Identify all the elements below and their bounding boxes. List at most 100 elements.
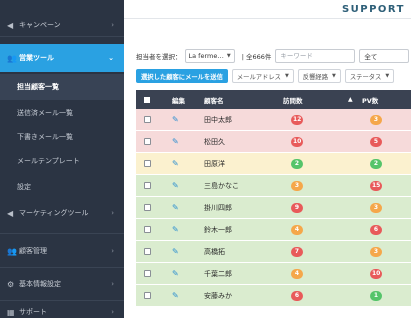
edit-button[interactable]: ✎ — [172, 131, 190, 152]
customer-name[interactable]: 三島かなこ — [204, 175, 274, 196]
sidebar-item-label: キャンペーン — [19, 21, 61, 29]
customer-name[interactable]: 松田久 — [204, 131, 274, 152]
row-checkbox[interactable] — [142, 109, 152, 130]
email-dropdown[interactable]: メールアドレス ▼ — [231, 69, 294, 83]
checkbox-icon — [143, 160, 151, 167]
sidebar-subitem-sent-mail[interactable]: 送信済メール一覧 — [0, 100, 124, 126]
keyword-input[interactable] — [275, 49, 356, 63]
category-select[interactable]: 全て — [359, 49, 410, 63]
checkbox-icon — [143, 116, 151, 123]
table-row[interactable]: ✎ 三島かなこ 3 15 — [136, 175, 411, 197]
assignee-select[interactable]: La ferme… ▼ — [184, 49, 235, 63]
sidebar-item-basic-settings[interactable]: ⚙ 基本情報設定 › — [0, 274, 124, 294]
row-checkbox[interactable] — [142, 197, 152, 218]
edit-icon: ✎ — [172, 247, 179, 256]
customer-name[interactable]: 鈴木一郎 — [204, 219, 274, 240]
sidebar-item-sales-tools[interactable]: 👥 営業ツール ⌄ — [0, 44, 124, 72]
row-checkbox[interactable] — [142, 153, 152, 174]
table-row[interactable]: ✎ 安藤みか 6 1 — [136, 285, 411, 307]
users-icon: 👥 — [7, 246, 17, 256]
pv-count-cell: 5 — [362, 131, 411, 152]
sidebar-item-campaign[interactable]: ◀ キャンペーン › — [0, 16, 124, 34]
customer-name[interactable]: 高橋拓 — [204, 241, 274, 262]
table-row[interactable]: ✎ 田中太郎 12 3 — [136, 109, 411, 131]
chevron-down-icon: ▼ — [331, 73, 336, 79]
table-row[interactable]: ✎ 鈴木一郎 4 6 — [136, 219, 411, 241]
visit-count-cell: 4 — [283, 219, 343, 240]
edit-button[interactable]: ✎ — [172, 219, 190, 240]
select-all-checkbox[interactable] — [142, 90, 152, 109]
visit-count-cell: 3 — [283, 175, 343, 196]
visit-count-cell: 6 — [283, 285, 343, 306]
status-dropdown[interactable]: ステータス ▼ — [344, 69, 395, 83]
checkbox-icon — [143, 182, 151, 189]
header-edit: 編集 — [172, 96, 185, 105]
table-row[interactable]: ✎ 千葉二郎 4 10 — [136, 263, 411, 285]
checkbox-icon — [143, 292, 151, 299]
megaphone-icon: ◀ — [7, 208, 14, 218]
edit-button[interactable]: ✎ — [172, 263, 190, 284]
visit-count-badge: 4 — [291, 268, 303, 279]
keyboard-icon: ▦ — [7, 307, 15, 317]
divider — [0, 300, 124, 301]
pv-count-cell: 3 — [362, 109, 411, 130]
edit-button[interactable]: ✎ — [172, 109, 190, 130]
pv-count-badge: 3 — [370, 114, 382, 125]
send-mail-button[interactable]: 選択した顧客にメールを送信 — [136, 69, 228, 83]
chevron-down-icon: ▼ — [385, 73, 390, 79]
header-pv[interactable]: PV数 — [362, 90, 411, 109]
sidebar-subitem-draft-mail[interactable]: 下書きメール一覧 — [0, 124, 124, 150]
sidebar-subitem-settings[interactable]: 設定 — [0, 174, 124, 200]
sidebar-item-support[interactable]: ▦ サポート › — [0, 304, 124, 318]
customer-name[interactable]: 田原洋 — [204, 153, 274, 174]
customer-name[interactable]: 田中太郎 — [204, 109, 274, 130]
edit-button[interactable]: ✎ — [172, 241, 190, 262]
sidebar-item-marketing[interactable]: ◀ マーケティングツール › — [0, 203, 124, 223]
sidebar-item-label: 営業ツール — [19, 54, 54, 62]
visit-count-badge: 2 — [291, 158, 303, 169]
table-row[interactable]: ✎ 田原洋 2 2 — [136, 153, 411, 175]
edit-button[interactable]: ✎ — [172, 285, 190, 306]
checkbox-icon — [143, 226, 151, 233]
row-checkbox[interactable] — [142, 219, 152, 240]
customer-name[interactable]: 千葉二郎 — [204, 263, 274, 284]
customer-name[interactable]: 安藤みか — [204, 285, 274, 306]
result-count: | 全666件 — [241, 53, 272, 61]
divider — [0, 233, 124, 234]
table-row[interactable]: ✎ 高橋拓 7 3 — [136, 241, 411, 263]
visit-count-badge: 4 — [291, 224, 303, 235]
customer-name[interactable]: 掛川四郎 — [204, 197, 274, 218]
assignee-label: 担当者を選択： — [136, 53, 182, 61]
visit-count-badge: 10 — [291, 136, 304, 147]
category-select-value: 全て — [364, 53, 378, 61]
visit-count-cell: 10 — [283, 131, 343, 152]
row-checkbox[interactable] — [142, 175, 152, 196]
sidebar-subitem-label: 送信済メール一覧 — [17, 109, 73, 117]
edit-button[interactable]: ✎ — [172, 175, 190, 196]
table-row[interactable]: ✎ 掛川四郎 9 3 — [136, 197, 411, 219]
row-checkbox[interactable] — [142, 241, 152, 262]
sidebar-subitem-label: 下書きメール一覧 — [17, 133, 73, 141]
edit-button[interactable]: ✎ — [172, 197, 190, 218]
sidebar-subitem-mail-template[interactable]: メールテンプレート — [0, 148, 124, 174]
row-checkbox[interactable] — [142, 131, 152, 152]
pv-count-cell: 2 — [362, 153, 411, 174]
row-checkbox[interactable] — [142, 285, 152, 306]
edit-icon: ✎ — [172, 203, 179, 212]
response-route-dropdown[interactable]: 反響経路 ▼ — [297, 69, 341, 83]
edit-button[interactable]: ✎ — [172, 153, 190, 174]
sidebar-item-label: 基本情報設定 — [19, 280, 61, 288]
users-icon: 👥 — [7, 53, 17, 63]
sort-asc-icon[interactable]: ▲ — [348, 90, 358, 109]
sidebar-subitem-assigned-customers[interactable]: 担当顧客一覧 — [0, 74, 124, 100]
sidebar-item-customers[interactable]: 👥 顧客管理 › — [0, 241, 124, 261]
pv-count-badge: 3 — [370, 246, 382, 257]
header-visits[interactable]: 訪問数 — [283, 90, 343, 109]
chevron-down-icon: ▼ — [226, 53, 231, 59]
row-checkbox[interactable] — [142, 263, 152, 284]
chevron-right-icon: › — [111, 308, 114, 316]
visit-count-badge: 12 — [291, 114, 304, 125]
edit-icon: ✎ — [172, 181, 179, 190]
table-row[interactable]: ✎ 松田久 10 5 — [136, 131, 411, 153]
visit-count-badge: 3 — [291, 180, 303, 191]
